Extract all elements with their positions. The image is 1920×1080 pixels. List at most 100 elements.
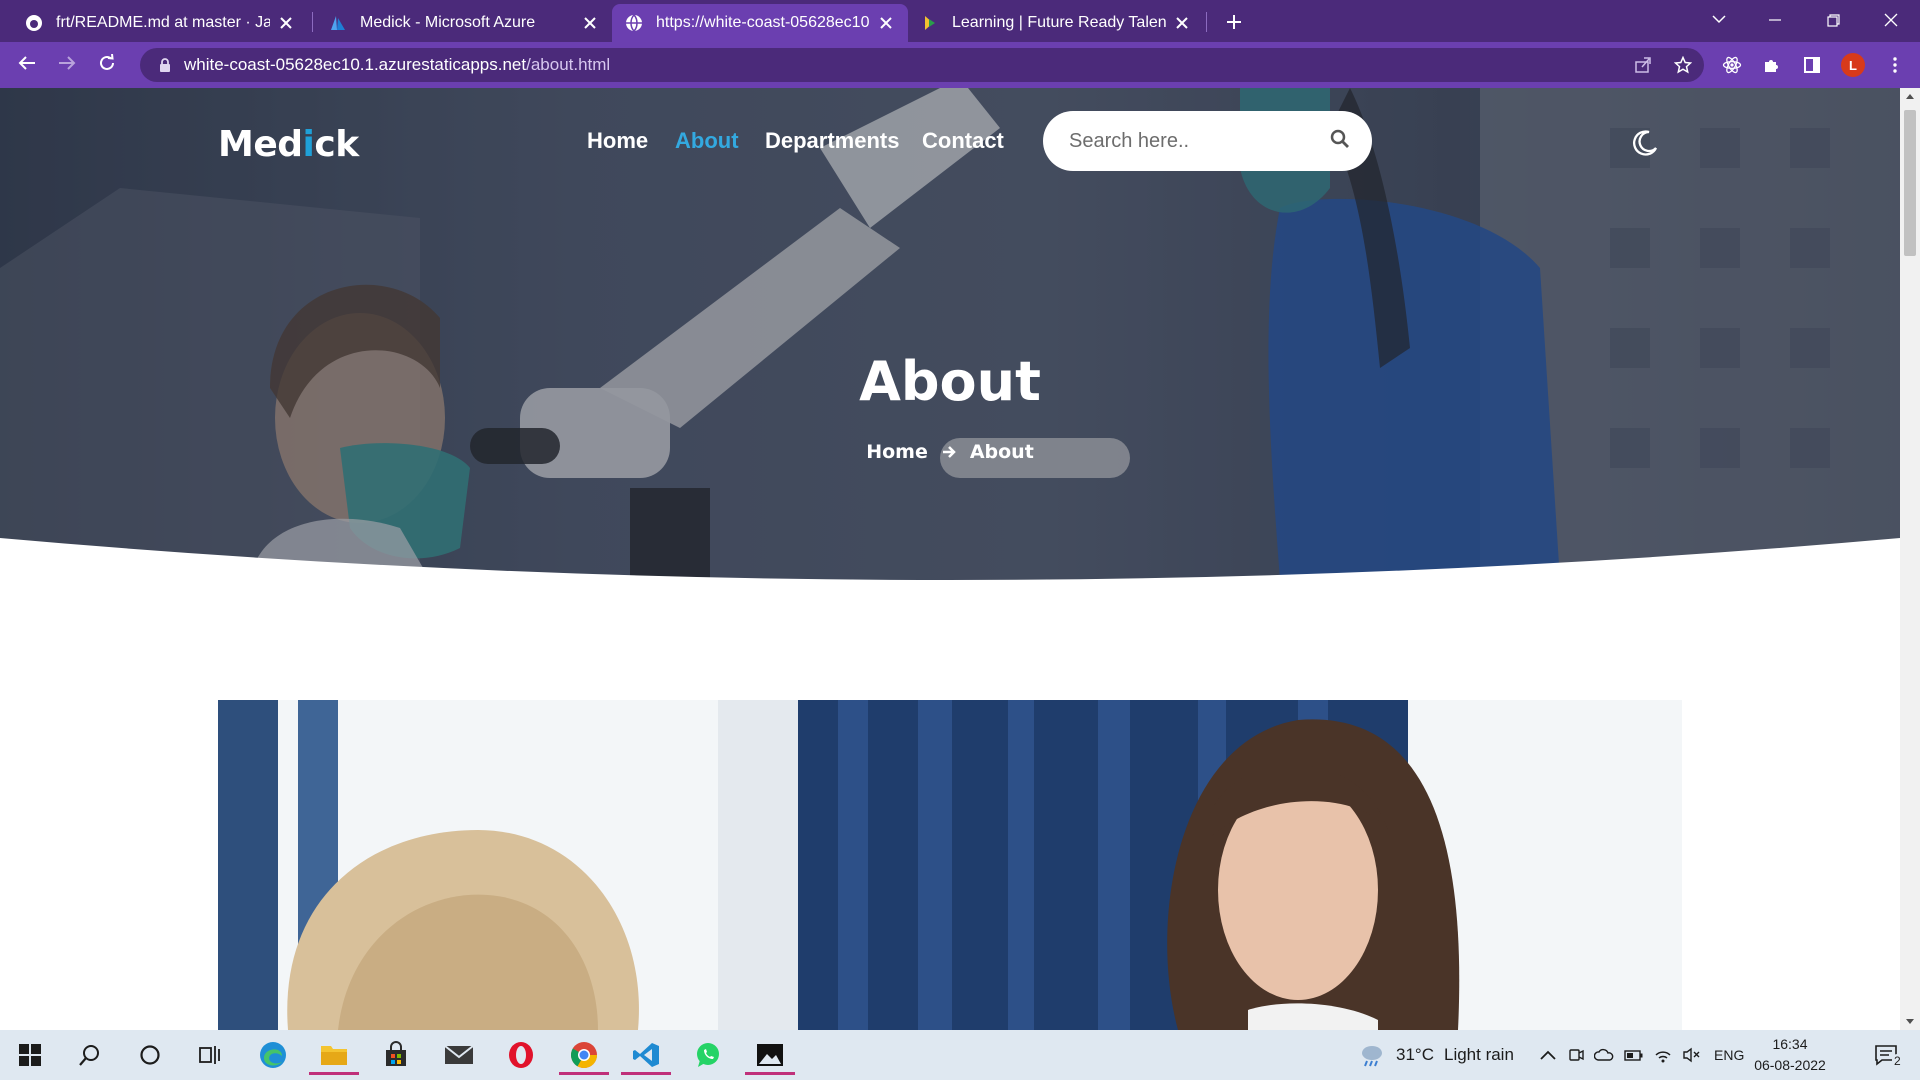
logo-text-part1: Med	[218, 124, 303, 165]
mail-icon[interactable]	[439, 1035, 479, 1075]
scrollbar-thumb[interactable]	[1904, 110, 1916, 256]
close-tab-icon[interactable]	[1172, 13, 1192, 33]
close-tab-icon[interactable]	[876, 13, 896, 33]
url-host: white-coast-05628ec10.1.azurestaticapps.…	[184, 55, 527, 74]
minimize-button[interactable]	[1752, 0, 1798, 40]
meet-now-icon[interactable]	[1568, 1047, 1584, 1063]
onedrive-cloud-icon[interactable]	[1594, 1048, 1614, 1062]
windows-start-icon[interactable]	[10, 1035, 50, 1075]
nav-link-departments[interactable]: Departments	[765, 128, 899, 154]
windows-taskbar: 31°C Light rain ENG 16:34 06-08-2022 2	[0, 1030, 1920, 1080]
input-language[interactable]: ENG	[1714, 1047, 1744, 1063]
rain-cloud-icon	[1358, 1043, 1386, 1067]
nav-link-home[interactable]: Home	[587, 128, 648, 154]
reload-icon	[98, 53, 116, 77]
active-app-indicator	[745, 1072, 795, 1075]
extensions-puzzle-icon[interactable]	[1757, 50, 1787, 80]
opera-icon[interactable]	[501, 1035, 541, 1075]
tab-title: Learning | Future Ready Talent	[952, 14, 1166, 31]
arrow-right-icon	[942, 445, 956, 459]
azure-icon	[328, 13, 348, 33]
chrome-icon[interactable]	[559, 1035, 609, 1075]
share-icon[interactable]	[1628, 50, 1658, 80]
whatsapp-icon[interactable]	[688, 1035, 728, 1075]
browser-tab-frt[interactable]: Learning | Future Ready Talent	[908, 4, 1204, 42]
close-tab-icon[interactable]	[580, 13, 600, 33]
close-tab-icon[interactable]	[276, 13, 296, 33]
github-icon	[24, 13, 44, 33]
browser-tab-azure[interactable]: Medick - Microsoft Azure	[316, 4, 612, 42]
site-logo[interactable]: Medick	[218, 124, 359, 165]
arrow-left-icon	[18, 55, 36, 76]
close-window-button[interactable]	[1868, 0, 1914, 40]
browser-toolbar: white-coast-05628ec10.1.azurestaticapps.…	[0, 42, 1920, 88]
restore-button[interactable]	[1810, 0, 1856, 40]
about-photo	[218, 700, 1682, 1030]
nav-link-contact[interactable]: Contact	[922, 128, 1004, 154]
browser-tab-bar: frt/README.md at master · Jayala Medick …	[0, 0, 1920, 42]
logo-text-part2: ck	[314, 124, 359, 165]
tab-title: https://white-coast-05628ec10.1	[656, 14, 870, 31]
address-bar[interactable]: white-coast-05628ec10.1.azurestaticapps.…	[140, 48, 1704, 82]
active-app-indicator	[621, 1072, 671, 1075]
chevron-down-icon	[1712, 11, 1726, 29]
taskbar-clock[interactable]: 16:34 06-08-2022	[1750, 1034, 1830, 1076]
forward-button[interactable]	[52, 50, 82, 80]
scroll-down-arrow-icon[interactable]	[1900, 1014, 1920, 1030]
profile-avatar[interactable]: L	[1841, 53, 1865, 77]
task-view-icon[interactable]	[190, 1035, 230, 1075]
hero-curve-divider	[0, 538, 1900, 580]
react-devtools-icon[interactable]	[1717, 50, 1747, 80]
action-center-button[interactable]: 2	[1870, 1040, 1906, 1070]
breadcrumb-home-link[interactable]: Home	[866, 441, 928, 463]
new-tab-button[interactable]	[1220, 8, 1248, 36]
weather-condition: Light rain	[1443, 1045, 1514, 1064]
tab-separator	[312, 12, 313, 32]
url-text: white-coast-05628ec10.1.azurestaticapps.…	[184, 55, 610, 75]
taskbar-search-icon[interactable]	[70, 1035, 110, 1075]
side-panel-icon[interactable]	[1797, 50, 1827, 80]
clock-date: 06-08-2022	[1754, 1057, 1826, 1073]
tab-search-button[interactable]	[1696, 0, 1742, 40]
browser-tab-active[interactable]: https://white-coast-05628ec10.1	[612, 4, 908, 42]
lock-icon[interactable]	[150, 57, 180, 73]
vscode-icon[interactable]	[621, 1035, 671, 1075]
tab-separator	[1206, 12, 1207, 32]
battery-icon[interactable]	[1624, 1048, 1644, 1062]
about-image	[218, 700, 1682, 1030]
tray-icons: ENG	[1540, 1030, 1744, 1080]
site-search-box	[1043, 111, 1372, 171]
breadcrumb: Home About	[0, 441, 1900, 463]
breadcrumb-current: About	[969, 441, 1034, 463]
volume-muted-icon[interactable]	[1682, 1047, 1700, 1063]
weather-widget[interactable]: 31°C Light rain	[1358, 1030, 1514, 1080]
search-input[interactable]	[1069, 129, 1309, 153]
browser-tab-github[interactable]: frt/README.md at master · Jayala	[12, 4, 308, 42]
chevron-up-icon[interactable]	[1540, 1050, 1556, 1060]
active-app-indicator	[309, 1072, 359, 1075]
edge-icon[interactable]	[253, 1035, 293, 1075]
moon-icon[interactable]	[1630, 128, 1660, 158]
page-title: About	[859, 350, 1041, 413]
search-icon[interactable]	[1330, 129, 1350, 154]
file-explorer-icon[interactable]	[309, 1035, 359, 1075]
page-scrollbar[interactable]	[1900, 88, 1920, 1030]
tab-title: frt/README.md at master · Jayala	[56, 14, 270, 31]
bookmark-star-icon[interactable]	[1668, 50, 1698, 80]
notification-count-badge: 2	[1892, 1054, 1903, 1068]
browser-menu-icon[interactable]	[1880, 50, 1910, 80]
nav-link-about[interactable]: About	[675, 128, 739, 154]
active-app-indicator	[559, 1072, 609, 1075]
page-viewport: Medick Home About Departments Contact Ab…	[0, 88, 1900, 1030]
reload-button[interactable]	[92, 50, 122, 80]
scroll-up-arrow-icon[interactable]	[1900, 88, 1920, 104]
logo-accent-letter: i	[302, 124, 315, 165]
frt-icon	[920, 13, 940, 33]
tab-title: Medick - Microsoft Azure	[360, 14, 536, 31]
cortana-icon[interactable]	[130, 1035, 170, 1075]
back-button[interactable]	[12, 50, 42, 80]
page-hero: Medick Home About Departments Contact Ab…	[0, 88, 1900, 580]
photos-icon[interactable]	[745, 1035, 795, 1075]
wifi-icon[interactable]	[1654, 1047, 1672, 1063]
microsoft-store-icon[interactable]	[376, 1035, 416, 1075]
